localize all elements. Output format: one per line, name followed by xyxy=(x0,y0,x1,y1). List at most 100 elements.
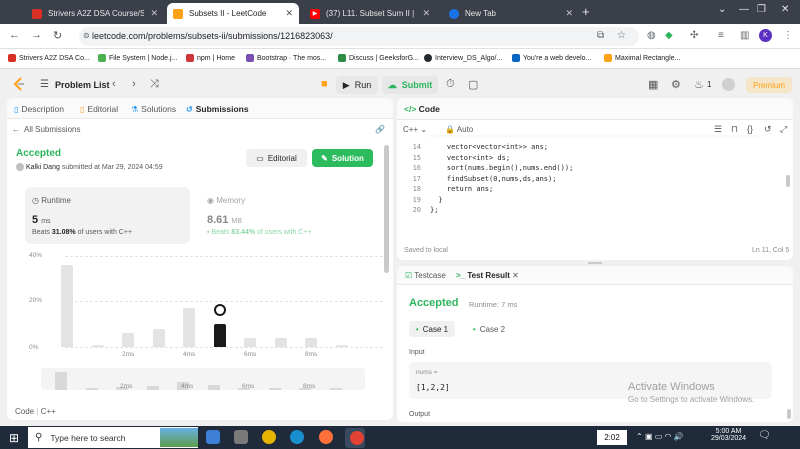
bookmark-icon[interactable]: ⊓ xyxy=(731,124,738,135)
side-panel-icon[interactable]: ▥ xyxy=(740,30,749,41)
reload-icon[interactable]: ↻ xyxy=(53,29,62,42)
battery-icon[interactable]: ▭ xyxy=(655,432,665,441)
close-icon[interactable]: ✕ xyxy=(285,8,293,19)
back-arrow-icon[interactable]: ← xyxy=(9,29,20,41)
code-line[interactable]: findSubset(0,nums,ds,ans); xyxy=(430,175,557,183)
forward-arrow-icon[interactable]: → xyxy=(31,29,42,41)
notification-icon[interactable]: 🗨 xyxy=(758,430,771,441)
browser-tab-newtab[interactable]: New Tab ✕ xyxy=(443,3,579,24)
share-link-icon[interactable]: 🔗 xyxy=(375,125,385,134)
bookmark-item[interactable]: Bootstrap · The mos... xyxy=(246,54,326,62)
prev-problem-icon[interactable]: ‹ xyxy=(112,78,116,90)
chart-bar[interactable] xyxy=(61,265,73,347)
debug-icon[interactable]: ■ xyxy=(321,78,328,90)
submit-button[interactable]: ☁ Submit xyxy=(382,76,438,94)
tab-solutions[interactable]: ⚗ Solutions xyxy=(131,104,176,114)
leetcode-logo-icon[interactable] xyxy=(13,77,25,91)
chart-bar[interactable] xyxy=(274,337,287,347)
tab-description[interactable]: ▯ Description xyxy=(14,104,64,114)
browser-tab-youtube[interactable]: ▶ (37) L11. Subset Sum II | Leetco ✕ xyxy=(304,3,436,24)
media-icon[interactable]: ≡ xyxy=(718,30,724,41)
menu-kebab-icon[interactable]: ⋮ xyxy=(783,30,793,41)
system-tray[interactable]: ⌃ ▣ ▭ ◠ 🔊 xyxy=(636,432,684,441)
streak-flame-icon[interactable]: ♨ xyxy=(694,78,704,91)
editor-scrollbar[interactable] xyxy=(786,175,790,187)
fullscreen-icon[interactable]: ⤢ xyxy=(780,124,787,135)
shuffle-icon[interactable]: ⤨ xyxy=(150,78,159,91)
tab-test-result[interactable]: >_ Test Result ✕ xyxy=(456,271,519,280)
bookmark-item[interactable]: Maximal Rectangle... xyxy=(604,54,680,62)
memory-card[interactable]: ◉ Memory 8.61 MB ▪ Beats 83.44% of users… xyxy=(198,187,363,244)
problem-list-icon[interactable]: ☰ xyxy=(40,79,49,90)
camera-app-icon[interactable] xyxy=(234,430,248,444)
new-tab-button[interactable]: + xyxy=(582,4,590,19)
bookmark-item[interactable]: Interview_DS_Algo/... xyxy=(424,54,502,62)
taskbar-search[interactable]: ⚲ Type here to search xyxy=(28,427,198,448)
wifi-icon[interactable]: ◠ xyxy=(665,432,674,441)
layout-grid-icon[interactable]: ▦ xyxy=(648,78,658,91)
site-info-icon[interactable]: ⊜ xyxy=(83,31,90,40)
chrome-icon[interactable] xyxy=(262,430,276,444)
case-1-tab[interactable]: • Case 1 xyxy=(409,321,455,337)
run-button[interactable]: ▶ Run xyxy=(336,76,378,94)
runtime-card[interactable]: ◷ Runtime 5 ms Beats 31.08% of users wit… xyxy=(25,187,190,244)
clock-badge[interactable]: 2:02 xyxy=(597,430,627,445)
close-icon[interactable]: ✕ xyxy=(422,8,430,19)
language-select[interactable]: C++ ⌄ xyxy=(403,125,427,134)
case-2-tab[interactable]: • Case 2 xyxy=(466,321,512,337)
reset-icon[interactable]: ↺ xyxy=(764,124,772,135)
profile-avatar[interactable]: K xyxy=(759,29,772,42)
format-icon[interactable]: ☰ xyxy=(714,124,722,135)
auto-mode[interactable]: 🔒 Auto xyxy=(445,125,473,134)
chart-bar-current[interactable] xyxy=(213,324,226,347)
bookmark-item[interactable]: Strivers A2Z DSA Co... xyxy=(8,54,90,62)
task-view-icon[interactable] xyxy=(206,430,220,444)
tab-search-icon[interactable]: ⌄ xyxy=(718,4,726,15)
premium-button[interactable]: Premium xyxy=(746,77,792,93)
all-submissions-link[interactable]: ← All Submissions xyxy=(12,125,80,134)
close-icon[interactable]: ✕ xyxy=(565,8,573,19)
test-scrollbar[interactable] xyxy=(787,409,791,419)
edge-icon[interactable] xyxy=(290,430,304,444)
tab-editorial[interactable]: ▯ Editorial xyxy=(80,104,118,114)
browser-tab-leetcode[interactable]: Subsets II - LeetCode ✕ xyxy=(167,3,299,24)
chart-bar[interactable] xyxy=(305,337,317,347)
chart-bar[interactable] xyxy=(152,328,165,347)
chart-range-slider[interactable]: 2ms 4ms 6ms 8ms xyxy=(41,368,365,390)
bookmark-item[interactable]: npm | Home xyxy=(186,54,235,62)
close-icon[interactable]: ✕ xyxy=(512,271,519,280)
restore-button[interactable]: ❐ xyxy=(757,4,766,15)
code-line[interactable]: vector<vector<int>> ans; xyxy=(430,143,548,151)
problem-list-link[interactable]: Problem List xyxy=(55,80,110,90)
code-line[interactable]: } xyxy=(430,196,442,204)
browser-tab-strivers[interactable]: Strivers A2Z DSA Course/Sheet ✕ xyxy=(26,3,164,24)
code-line[interactable]: }; xyxy=(430,206,438,214)
chart-bar[interactable] xyxy=(91,344,104,347)
system-time[interactable]: 5:00 AM 29/03/2024 xyxy=(711,428,746,442)
solution-button[interactable]: ✎ Solution xyxy=(312,149,373,167)
bookmark-item[interactable]: You're a web develo... xyxy=(512,54,591,62)
tab-submissions[interactable]: ↺ Submissions xyxy=(186,104,249,114)
panel-resize-handle[interactable] xyxy=(588,262,602,264)
network-icon[interactable]: ▣ xyxy=(645,432,655,441)
chart-bar[interactable] xyxy=(244,337,256,347)
chevron-up-icon[interactable]: ⌃ xyxy=(636,432,645,441)
user-name[interactable]: Kalki Dang xyxy=(26,164,60,171)
url-text[interactable]: leetcode.com/problems/subsets-ii/submiss… xyxy=(92,31,333,41)
extension-icon[interactable]: ◍ xyxy=(647,30,656,41)
extensions-puzzle-icon[interactable]: ✣ xyxy=(690,30,698,41)
left-scrollbar[interactable] xyxy=(384,145,389,273)
runtime-distribution-chart[interactable]: 40% 20% 0% 2ms 4ms 6ms 8ms xyxy=(25,250,383,365)
bookmark-item[interactable]: File System | Node.j... xyxy=(98,54,177,62)
user-avatar[interactable] xyxy=(722,78,735,91)
settings-gear-icon[interactable]: ⚙ xyxy=(671,78,681,91)
tab-testcase[interactable]: ☑ Testcase xyxy=(405,271,446,280)
windows-start-icon[interactable]: ⊞ xyxy=(9,431,19,445)
chart-bar[interactable] xyxy=(122,333,134,347)
code-line[interactable]: vector<int> ds; xyxy=(430,154,510,162)
chart-bar[interactable] xyxy=(335,344,348,347)
close-icon[interactable]: ✕ xyxy=(150,8,158,19)
editorial-button[interactable]: ▭ Editorial xyxy=(246,149,307,167)
notes-icon[interactable]: ▢ xyxy=(468,78,478,91)
bookmark-star-icon[interactable]: ☆ xyxy=(617,30,626,41)
